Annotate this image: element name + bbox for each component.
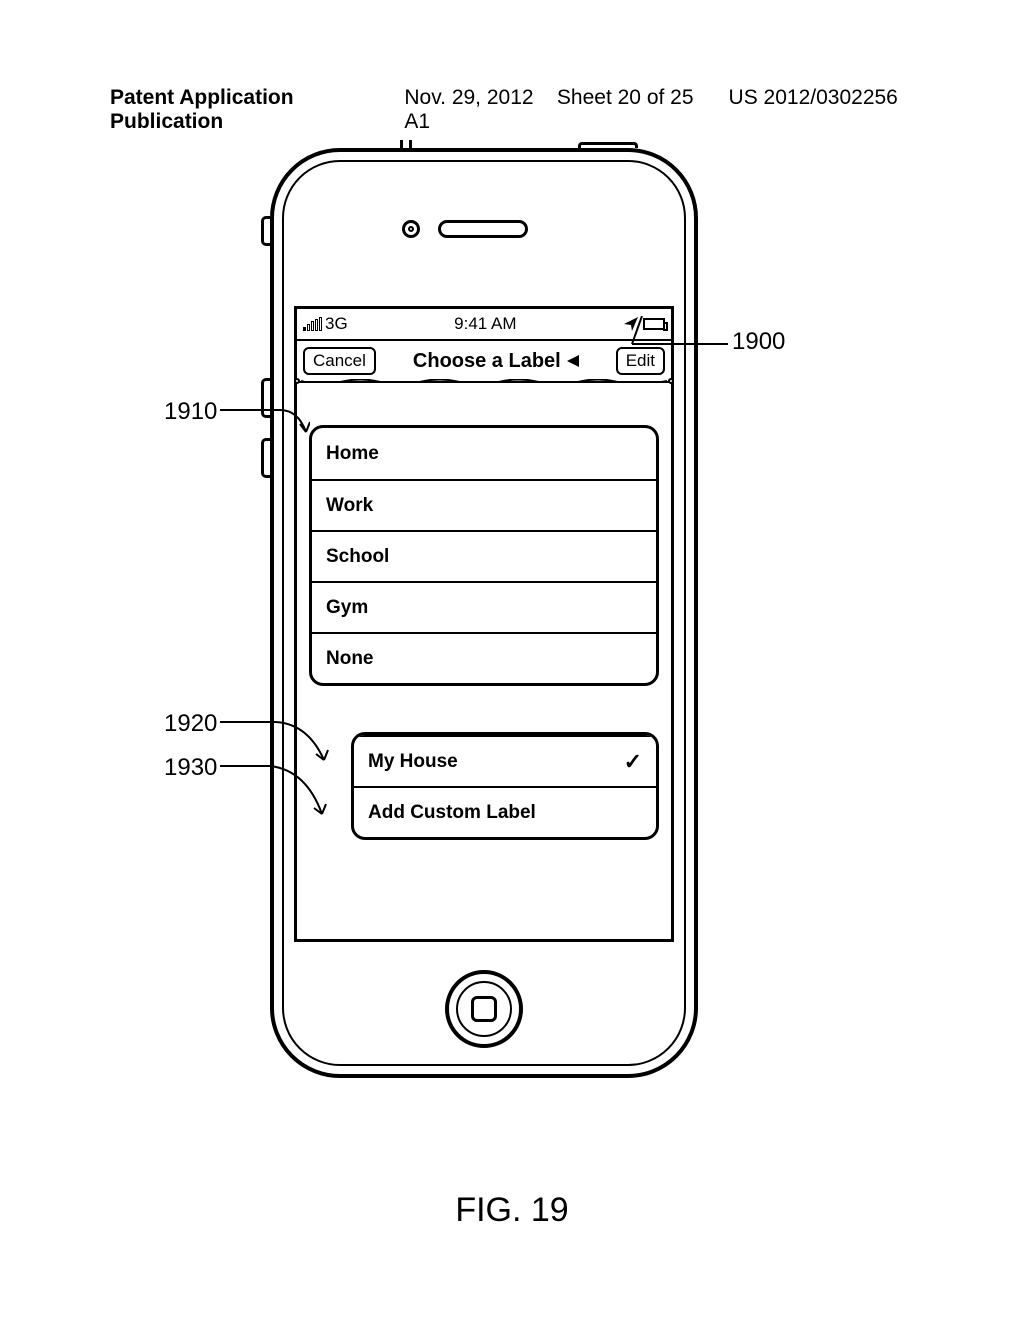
label-text: Gym: [326, 597, 642, 619]
label-row-none[interactable]: None: [312, 632, 656, 683]
home-button-square-icon: [471, 996, 497, 1022]
callout-1910: 1910: [164, 398, 217, 426]
figure-stage: 3G 9:41 AM Cancel Choose a Label Edit: [0, 120, 1024, 1160]
top-notch: [400, 140, 412, 152]
label-text: Work: [326, 495, 642, 517]
custom-label-list: My House ✓ Add Custom Label: [351, 732, 659, 840]
phone-device: 3G 9:41 AM Cancel Choose a Label Edit: [270, 148, 698, 1078]
callout-1930-leader: [220, 762, 330, 822]
callout-1900-leader: [630, 316, 730, 350]
add-custom-label-row[interactable]: Add Custom Label: [354, 786, 656, 837]
navbar-corner-dot: [294, 378, 300, 384]
callout-1910-leader: [220, 406, 310, 440]
signal-strength-icon: [303, 317, 322, 331]
preset-label-list: Home Work School Gym None: [309, 425, 659, 686]
status-time: 9:41 AM: [454, 314, 516, 334]
edit-button[interactable]: Edit: [616, 347, 665, 375]
label-row-school[interactable]: School: [312, 530, 656, 581]
home-button[interactable]: [445, 970, 523, 1048]
label-text: School: [326, 546, 642, 568]
navigation-bar: Cancel Choose a Label Edit: [297, 341, 671, 383]
volume-down-button[interactable]: [261, 438, 270, 478]
sleep-wake-button[interactable]: [578, 142, 638, 148]
earpiece-speaker: [438, 220, 528, 238]
callout-1920: 1920: [164, 710, 217, 738]
custom-label-text: My House: [368, 751, 624, 773]
front-camera-icon: [402, 220, 420, 238]
callout-1900-arrowhead-icon: [567, 355, 579, 367]
callout-1900: 1900: [732, 328, 785, 356]
label-row-work[interactable]: Work: [312, 479, 656, 530]
carrier-label: 3G: [325, 314, 348, 334]
callout-1930: 1930: [164, 754, 217, 782]
cancel-button[interactable]: Cancel: [303, 347, 376, 375]
mute-switch[interactable]: [261, 216, 270, 246]
label-text: Home: [326, 443, 642, 465]
label-row-gym[interactable]: Gym: [312, 581, 656, 632]
status-bar: 3G 9:41 AM: [297, 309, 671, 341]
add-custom-label-text: Add Custom Label: [368, 802, 642, 824]
phone-screen: 3G 9:41 AM Cancel Choose a Label Edit: [294, 306, 674, 942]
figure-caption: FIG. 19: [0, 1191, 1024, 1230]
label-row-home[interactable]: Home: [312, 428, 656, 479]
sheet-number: Sheet 20 of 25: [557, 86, 694, 109]
navbar-torn-edge: [301, 374, 667, 382]
label-text: None: [326, 648, 642, 670]
navbar-corner-dot: [668, 378, 674, 384]
checkmark-icon: ✓: [624, 749, 642, 775]
custom-label-row[interactable]: My House ✓: [354, 735, 656, 786]
publication-date: Nov. 29, 2012: [404, 86, 533, 109]
page-title-text: Choose a Label: [413, 350, 561, 373]
status-left: 3G: [303, 314, 348, 334]
callout-1920-leader: [220, 718, 330, 768]
page-title: Choose a Label: [413, 350, 579, 373]
content-area: Home Work School Gym None: [297, 385, 671, 939]
